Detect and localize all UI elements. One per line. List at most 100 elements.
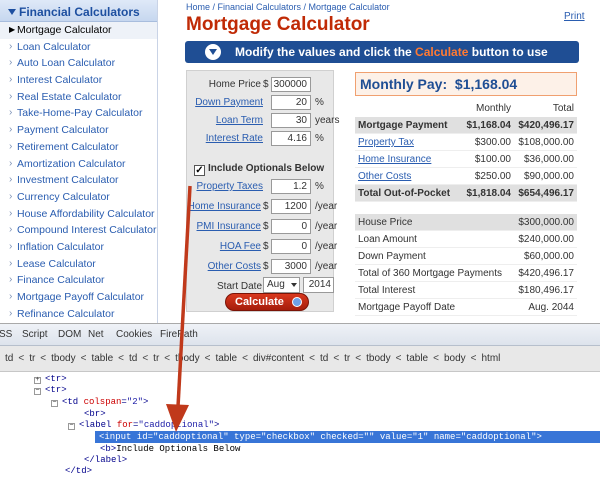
breadcrumb-item[interactable]: td [320,346,328,371]
down-payment-label[interactable]: Down Payment [195,97,263,108]
breadcrumb-item[interactable]: table [91,346,113,371]
home-insurance-input[interactable]: 1200 [271,199,311,214]
breadcrumb-item[interactable]: table [215,346,237,371]
tree-node[interactable]: <br> [84,409,106,420]
pmi-insurance-label[interactable]: PMI Insurance [197,221,261,232]
sidebar-item[interactable]: › Retirement Calculator [0,139,157,156]
down-payment-row: Down Payment 20 % [187,95,335,113]
other-costs-link[interactable]: Other Costs [358,168,411,185]
sidebar-item-label: Inflation Calculator [17,240,104,253]
sidebar-item[interactable]: › Payment Calculator [0,122,157,139]
print-link[interactable]: Print [564,11,585,22]
collapse-icon[interactable]: − [68,423,75,430]
tab-cookies[interactable]: Cookies [116,324,152,346]
breadcrumb-item[interactable]: tbody [175,346,199,371]
instruction-banner[interactable]: Modify the values and click the Calculat… [185,41,579,63]
tab-firepath[interactable]: FirePath [160,324,198,346]
loan-term-input[interactable]: 30 [271,113,311,128]
row-value: $180,496.17 [518,285,574,296]
down-payment-input[interactable]: 20 [271,95,311,110]
sidebar-item[interactable]: › Finance Calculator [0,272,157,289]
row-monthly: $100.00 [474,154,511,165]
tab-dom[interactable]: DOM [58,324,81,346]
collapse-icon[interactable]: − [51,400,58,407]
tree-tag: <tr> [45,385,67,395]
loan-term-label[interactable]: Loan Term [216,115,263,126]
tab-css[interactable]: SS [0,324,12,346]
home-price-input[interactable]: 300000 [271,77,311,92]
breadcrumb-item[interactable]: tr [153,346,159,371]
sidebar-item[interactable]: › Currency Calculator [0,189,157,206]
sidebar-item[interactable]: › Compound Interest Calculator [0,222,157,239]
sidebar-item[interactable]: › Investment Calculator [0,172,157,189]
expand-icon[interactable]: + [34,377,41,384]
breadcrumb-item[interactable]: table [406,346,428,371]
row-value: $60,000.00 [523,251,574,262]
chevron-right-icon: › [9,124,13,136]
other-costs-label[interactable]: Other Costs [208,261,261,272]
row-total: $108,000.00 [518,137,574,148]
tree-tag: <td [62,397,84,407]
include-optionals-checkbox[interactable]: ✓ [194,165,205,176]
breadcrumb-item[interactable]: td [5,346,13,371]
tree-node[interactable]: </label> [84,455,127,466]
breadcrumb-item[interactable]: tr [29,346,35,371]
tree-node[interactable]: − <td colspan="2"> [51,397,148,408]
table-row: Property Tax $300.00 $108,000.00 [355,134,577,151]
breadcrumb-item[interactable]: html [481,346,500,371]
sidebar-item[interactable]: › Take-Home-Pay Calculator [0,105,157,122]
sidebar-item[interactable]: › Inflation Calculator [0,239,157,256]
hoa-fee-label[interactable]: HOA Fee [220,241,261,252]
tree-node[interactable]: − <tr> [34,385,67,396]
start-year-input[interactable]: 2014 [303,277,334,293]
results-header-row: Monthly Total [355,100,577,117]
triangle-right-icon: ▶ [9,25,16,34]
start-month-select[interactable]: Aug [263,277,300,293]
selected-tree-node[interactable]: <input id="caddoptional" type="checkbox"… [95,431,600,443]
sidebar-item[interactable]: › Auto Loan Calculator [0,55,157,72]
sidebar-item[interactable]: › Lease Calculator [0,256,157,273]
breadcrumb-item[interactable]: div#content [253,346,304,371]
home-insurance-label[interactable]: Home Insurance [188,201,261,212]
row-label: House Price [358,217,413,228]
firebug-panel: SS Script DOM Net Cookies FirePath td < tr… [0,323,600,478]
property-taxes-input[interactable]: 1.2 [271,179,311,194]
property-taxes-row: Property Taxes 1.2 % [187,179,335,197]
tree-node[interactable]: </td> [65,466,92,477]
sidebar-item[interactable]: › Amortization Calculator [0,156,157,173]
tree-node[interactable]: + <tr> [34,374,67,385]
breadcrumb-item[interactable]: td [129,346,137,371]
breadcrumb-item[interactable]: tbody [366,346,390,371]
tree-node[interactable]: <b>Include Optionals Below [100,444,240,455]
sidebar-item[interactable]: › Real Estate Calculator [0,89,157,106]
tab-script[interactable]: Script [22,324,48,346]
home-insurance-link[interactable]: Home Insurance [358,151,431,168]
calculate-button[interactable]: Calculate [225,293,309,311]
sidebar-item-label: Interest Calculator [17,74,103,87]
collapse-icon[interactable]: − [34,388,41,395]
sidebar-title[interactable]: Financial Calculators [0,0,157,22]
sidebar-item-label: Investment Calculator [17,174,119,187]
property-taxes-label[interactable]: Property Taxes [196,181,263,192]
hoa-fee-input[interactable]: 0 [271,239,311,254]
results-table: Monthly Total Mortgage Payment $1,168.04… [355,100,577,202]
tab-net[interactable]: Net [88,324,104,346]
breadcrumb-item[interactable]: body [444,346,466,371]
sidebar-item[interactable]: › House Affordability Calculator [0,206,157,223]
sidebar-item[interactable]: › Mortgage Payoff Calculator [0,289,157,306]
chevron-right-icon: › [9,90,13,102]
sidebar-item[interactable]: › Refinance Calculator [0,306,157,323]
breadcrumb[interactable]: Home / Financial Calculators / Mortgage … [186,2,390,12]
breadcrumb-item[interactable]: tbody [51,346,75,371]
sidebar-item[interactable]: › Loan Calculator [0,39,157,56]
sidebar-item[interactable]: ▶ Mortgage Calculator [0,22,157,39]
summary-table: House Price $300,000.00 Loan Amount $240,0… [355,214,577,316]
pmi-insurance-input[interactable]: 0 [271,219,311,234]
breadcrumb-item[interactable]: tr [344,346,350,371]
interest-rate-input[interactable]: 4.16 [271,131,311,146]
property-tax-link[interactable]: Property Tax [358,134,414,151]
other-costs-input[interactable]: 3000 [271,259,311,274]
interest-rate-label[interactable]: Interest Rate [206,133,263,144]
tree-node[interactable]: − <label for="caddoptional"> [68,420,219,431]
sidebar-item[interactable]: › Interest Calculator [0,72,157,89]
